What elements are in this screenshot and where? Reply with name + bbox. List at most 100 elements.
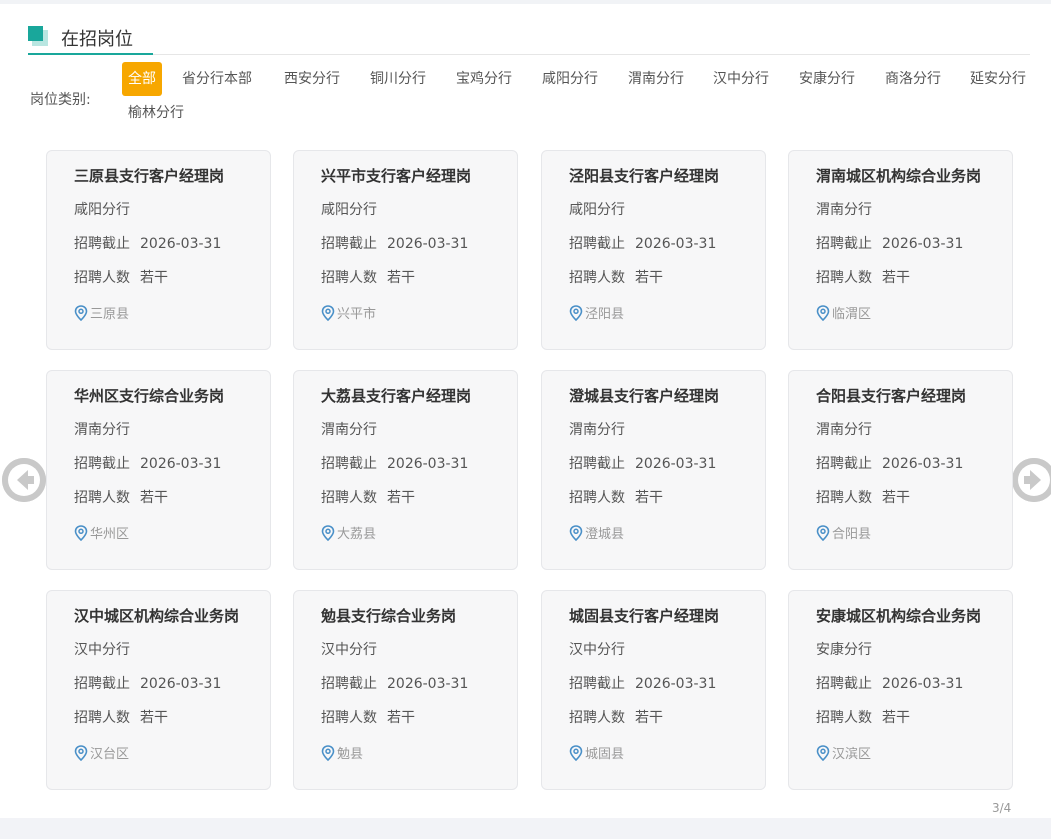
- filter-tab-province-hq[interactable]: 省分行本部: [182, 62, 252, 96]
- job-title: 华州区支行综合业务岗: [74, 387, 225, 405]
- filter-tab-yanan[interactable]: 延安分行: [970, 62, 1026, 96]
- location-text: 城固县: [585, 747, 625, 762]
- section-title: 在招岗位: [61, 29, 133, 50]
- location-pin-icon: [569, 524, 583, 541]
- deadline-label: 招聘截止: [74, 456, 130, 472]
- job-card[interactable]: 兴平市支行客户经理岗 咸阳分行 招聘截止 2026-03-31 招聘人数 若干 兴平市: [293, 150, 518, 350]
- location-text: 汉台区: [90, 747, 130, 762]
- count-value: 若干: [635, 490, 663, 506]
- location-text: 澄城县: [585, 527, 625, 542]
- count-label: 招聘人数: [321, 710, 377, 726]
- deadline-value: 2026-03-31: [635, 456, 717, 472]
- location-pin-icon: [321, 524, 335, 541]
- count-label: 招聘人数: [816, 270, 872, 286]
- location-pin-icon: [321, 304, 335, 321]
- filter-tab-ankang[interactable]: 安康分行: [799, 62, 855, 96]
- filter-tab-xian[interactable]: 西安分行: [284, 62, 340, 96]
- job-title: 安康城区机构综合业务岗: [816, 607, 982, 625]
- job-title: 兴平市支行客户经理岗: [321, 167, 472, 185]
- header-divider: [28, 54, 1030, 55]
- prev-page-button[interactable]: [2, 458, 46, 502]
- filter-tab-shangluo[interactable]: 商洛分行: [885, 62, 941, 96]
- section-title-icon: [28, 26, 50, 48]
- deadline-row: 招聘截止 2026-03-31: [569, 453, 716, 473]
- location-text: 兴平市: [337, 307, 377, 322]
- job-card[interactable]: 合阳县支行客户经理岗 渭南分行 招聘截止 2026-03-31 招聘人数 若干 合阳县: [788, 370, 1013, 570]
- job-title: 勉县支行综合业务岗: [321, 607, 457, 625]
- job-branch: 安康分行: [816, 642, 872, 658]
- count-label: 招聘人数: [816, 710, 872, 726]
- next-page-button[interactable]: [1012, 458, 1051, 502]
- location-pin-icon: [74, 304, 88, 321]
- job-card[interactable]: 勉县支行综合业务岗 汉中分行 招聘截止 2026-03-31 招聘人数 若干 勉县: [293, 590, 518, 790]
- count-value: 若干: [387, 490, 415, 506]
- job-card[interactable]: 三原县支行客户经理岗 咸阳分行 招聘截止 2026-03-31 招聘人数 若干 三原县: [46, 150, 271, 350]
- filter-tab-xianyang[interactable]: 咸阳分行: [542, 62, 598, 96]
- location-text: 泾阳县: [585, 307, 625, 322]
- job-location: 汉滨区: [816, 743, 871, 762]
- job-location: 大荔县: [321, 523, 377, 542]
- deadline-value: 2026-03-31: [882, 676, 964, 692]
- job-title: 城固县支行客户经理岗: [569, 607, 720, 625]
- deadline-label: 招聘截止: [816, 236, 872, 252]
- deadline-row: 招聘截止 2026-03-31: [321, 673, 468, 693]
- count-value: 若干: [140, 270, 168, 286]
- deadline-row: 招聘截止 2026-03-31: [816, 233, 963, 253]
- job-title: 合阳县支行客户经理岗: [816, 387, 967, 405]
- location-pin-icon: [816, 744, 830, 761]
- category-filter: 全部 省分行本部 西安分行 铜川分行 宝鸡分行 咸阳分行 渭南分行 汉中分行 安康分行 商洛分行延…: [122, 62, 1042, 124]
- deadline-value: 2026-03-31: [140, 456, 222, 472]
- deadline-row: 招聘截止 2026-03-31: [74, 233, 221, 253]
- location-pin-icon: [816, 524, 830, 541]
- count-row: 招聘人数 若干: [74, 267, 168, 287]
- job-card[interactable]: 汉中城区机构综合业务岗 汉中分行 招聘截止 2026-03-31 招聘人数 若干 汉台区: [46, 590, 271, 790]
- filter-tab-baoji[interactable]: 宝鸡分行: [456, 62, 512, 96]
- deadline-value: 2026-03-31: [387, 456, 469, 472]
- deadline-row: 招聘截止 2026-03-31: [569, 673, 716, 693]
- job-location: 三原县: [74, 303, 129, 322]
- deadline-label: 招聘截止: [321, 236, 377, 252]
- count-value: 若干: [387, 270, 415, 286]
- deadline-label: 招聘截止: [321, 676, 377, 692]
- job-location: 华州区: [74, 523, 129, 542]
- job-location: 临渭区: [816, 303, 871, 322]
- job-title: 大荔县支行客户经理岗: [321, 387, 472, 405]
- deadline-value: 2026-03-31: [140, 236, 222, 252]
- job-card[interactable]: 澄城县支行客户经理岗 渭南分行 招聘截止 2026-03-31 招聘人数 若干 澄城县: [541, 370, 766, 570]
- job-card[interactable]: 城固县支行客户经理岗 汉中分行 招聘截止 2026-03-31 招聘人数 若干 城固县: [541, 590, 766, 790]
- job-card[interactable]: 华州区支行综合业务岗 渭南分行 招聘截止 2026-03-31 招聘人数 若干 华州区: [46, 370, 271, 570]
- job-location: 汉台区: [74, 743, 130, 762]
- filter-tab-tongchuan[interactable]: 铜川分行: [370, 62, 426, 96]
- page: 在招岗位 岗位类别: 全部 省分行本部 西安分行 铜川分行 宝鸡分行 咸阳分行 渭南分行 汉中…: [0, 0, 1051, 839]
- count-row: 招聘人数 若干: [569, 267, 663, 287]
- count-row: 招聘人数 若干: [321, 487, 415, 507]
- deadline-row: 招聘截止 2026-03-31: [816, 673, 963, 693]
- deadline-label: 招聘截止: [569, 456, 625, 472]
- job-card[interactable]: 安康城区机构综合业务岗 安康分行招聘截止 2026-03-31 招聘人数 若干 汉滨区: [788, 590, 1013, 790]
- filter-tab-weinan[interactable]: 渭南分行: [628, 62, 684, 96]
- count-row: 招聘人数 若干: [74, 707, 168, 727]
- job-card[interactable]: 泾阳县支行客户经理岗 咸阳分行 招聘截止 2026-03-31 招聘人数 若干 泾阳县: [541, 150, 766, 350]
- location-text: 大荔县: [337, 527, 377, 542]
- count-row: 招聘人数 若干: [816, 267, 910, 287]
- filter-tab-all[interactable]: 全部: [122, 62, 162, 96]
- job-card[interactable]: 大荔县支行客户经理岗 渭南分行 招聘截止 2026-03-31 招聘人数 若干 大荔县: [293, 370, 518, 570]
- job-location: 澄城县: [569, 523, 625, 542]
- count-row: 招聘人数 若干: [816, 707, 910, 727]
- job-branch: 咸阳分行: [74, 202, 130, 218]
- count-value: 若干: [882, 490, 910, 506]
- count-value: 若干: [635, 710, 663, 726]
- job-card[interactable]: 渭南城区机构综合业务岗 渭南分行 招聘截止 2026-03-31 招聘人数 若干 临渭区: [788, 150, 1013, 350]
- count-label: 招聘人数: [816, 490, 872, 506]
- job-branch: 汉中分行: [569, 642, 625, 658]
- count-label: 招聘人数: [569, 270, 625, 286]
- deadline-value: 2026-03-31: [882, 456, 964, 472]
- count-value: 若干: [635, 270, 663, 286]
- job-title: 澄城县支行客户经理岗: [569, 387, 720, 405]
- filter-tab-yulin[interactable]: 榆林分行: [128, 96, 184, 130]
- job-branch: 汉中分行: [321, 642, 377, 658]
- count-value: 若干: [140, 710, 168, 726]
- deadline-value: 2026-03-31: [140, 676, 222, 692]
- job-location: 泾阳县: [569, 303, 625, 322]
- filter-tab-hanzhong[interactable]: 汉中分行: [713, 62, 769, 96]
